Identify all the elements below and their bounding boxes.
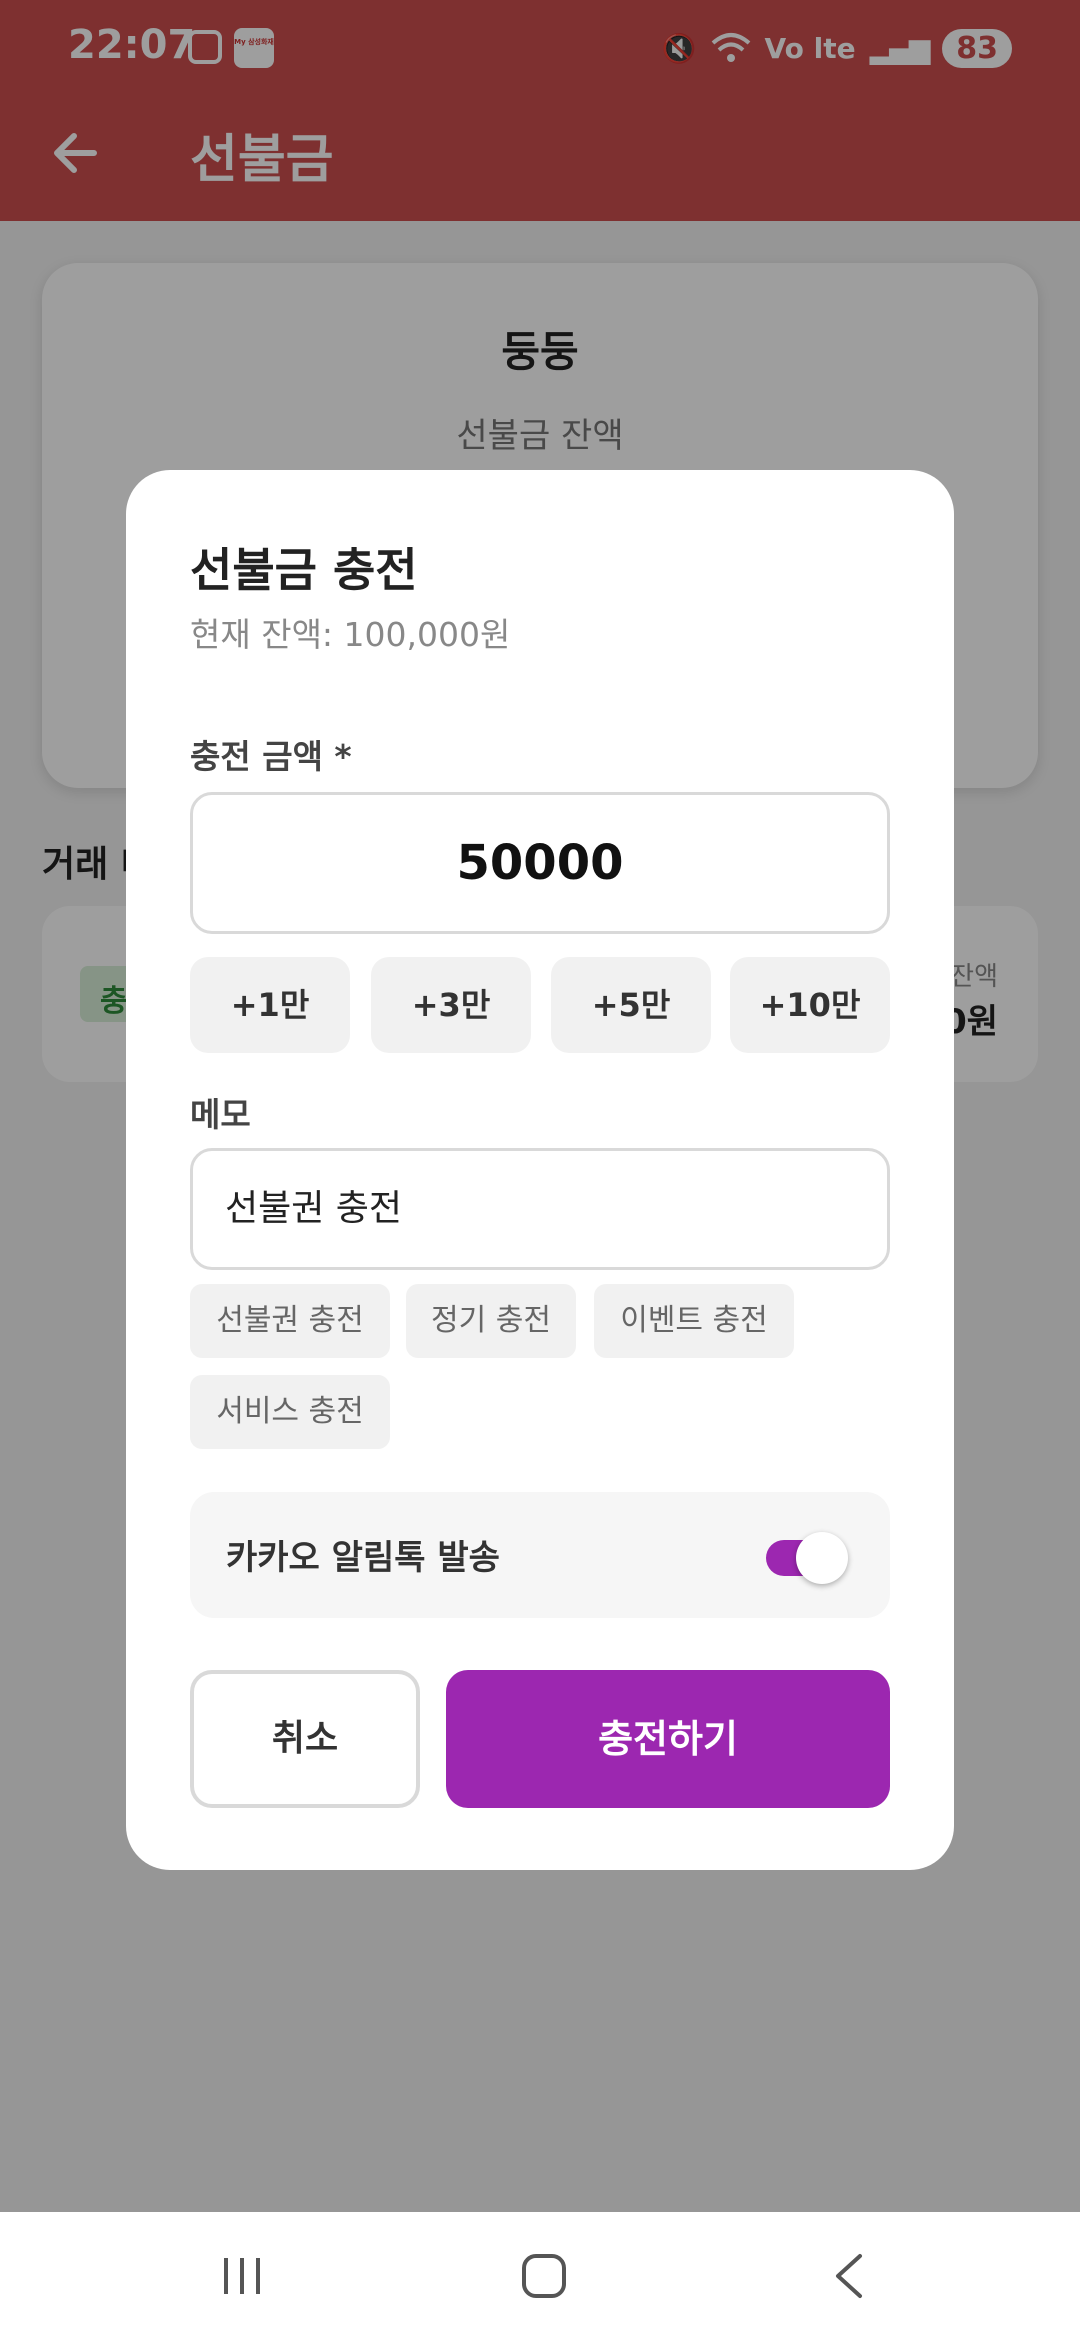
- cancel-button[interactable]: 취소: [190, 1670, 420, 1808]
- memo-input[interactable]: 선불권 충전: [190, 1148, 890, 1270]
- quick-amount-10k-button[interactable]: +1만: [190, 957, 350, 1053]
- charge-dialog: 선불금 충전 현재 잔액: 100,000원 충전 금액 * 50000 +1만…: [126, 470, 954, 1870]
- amount-input[interactable]: 50000: [190, 792, 890, 934]
- current-balance-text: 현재 잔액: 100,000원: [190, 615, 511, 654]
- quick-amount-30k-button[interactable]: +3만: [371, 957, 531, 1053]
- toggle-knob: [796, 1532, 848, 1584]
- recent-apps-icon[interactable]: [182, 2212, 302, 2340]
- quick-amount-100k-button[interactable]: +10만: [730, 957, 890, 1053]
- memo-chip-prepaid[interactable]: 선불권 충전: [190, 1284, 390, 1358]
- memo-chip-service[interactable]: 서비스 충전: [190, 1375, 390, 1449]
- kakao-notify-toggle[interactable]: [766, 1532, 848, 1584]
- memo-chip-regular[interactable]: 정기 충전: [406, 1284, 576, 1358]
- memo-chip-event[interactable]: 이벤트 충전: [594, 1284, 794, 1358]
- amount-label: 충전 금액 *: [190, 737, 352, 776]
- memo-label: 메모: [190, 1095, 251, 1134]
- system-nav-bar: [0, 2212, 1080, 2340]
- home-icon[interactable]: [484, 2212, 604, 2340]
- quick-amount-50k-button[interactable]: +5만: [551, 957, 711, 1053]
- charge-submit-button[interactable]: 충전하기: [446, 1670, 890, 1808]
- dialog-title: 선불금 충전: [190, 543, 418, 597]
- kakao-notify-label: 카카오 알림톡 발송: [226, 1538, 500, 1578]
- kakao-notify-row: 카카오 알림톡 발송: [190, 1492, 890, 1618]
- nav-back-icon[interactable]: [788, 2212, 908, 2340]
